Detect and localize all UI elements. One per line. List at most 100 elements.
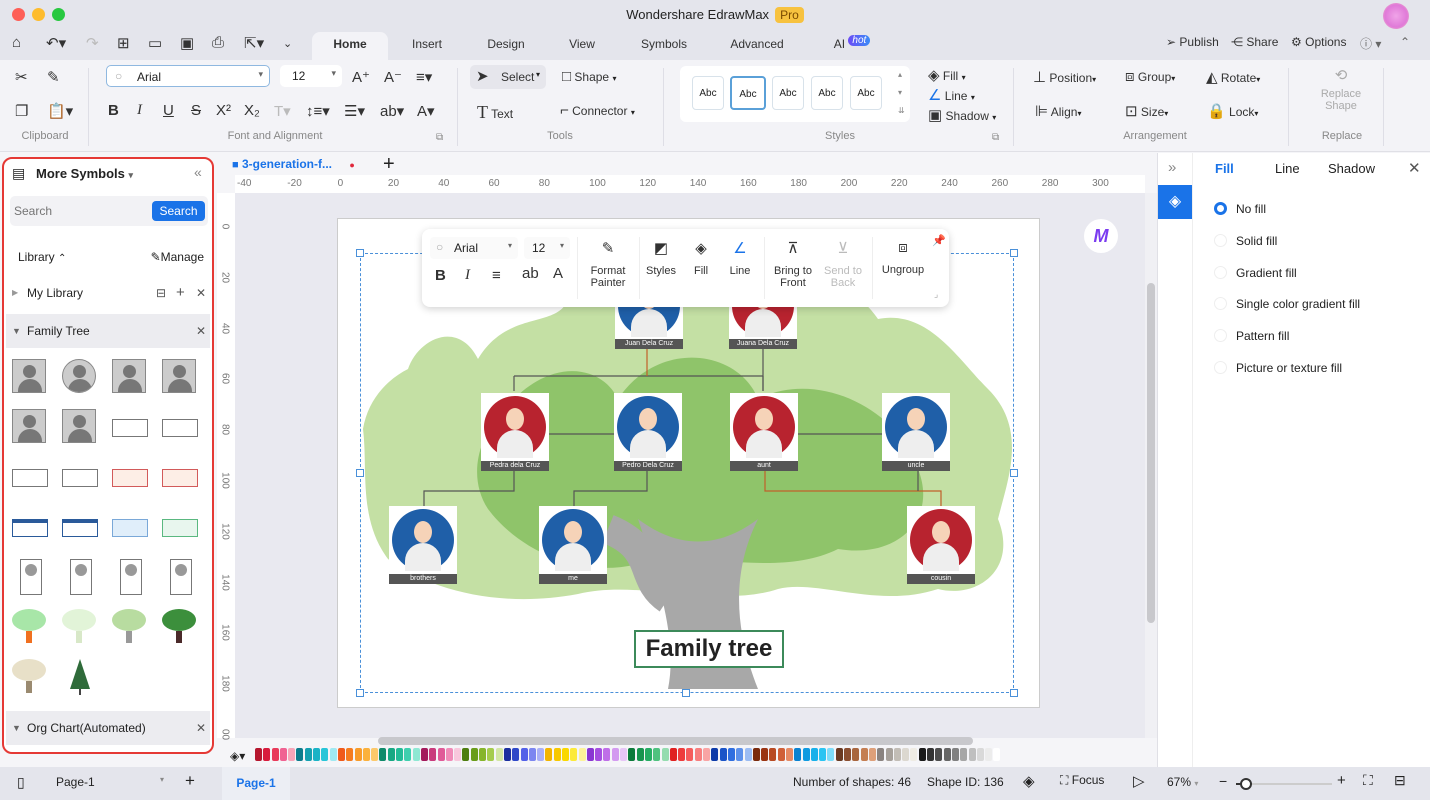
color-swatch[interactable]: [736, 748, 744, 761]
select-tool-button[interactable]: ➤ Select ▾: [470, 65, 546, 89]
align-icon[interactable]: ≡: [492, 267, 501, 284]
color-swatch[interactable]: [786, 748, 793, 761]
color-swatch[interactable]: [893, 748, 901, 761]
bring-to-front-button[interactable]: ⊼ Bring to Front: [768, 239, 818, 289]
symbol-card[interactable]: [162, 409, 198, 445]
fill-color-picker-icon[interactable]: ◈▾: [230, 749, 245, 763]
color-swatch[interactable]: [960, 748, 968, 761]
color-swatch[interactable]: [661, 748, 669, 761]
color-swatch[interactable]: [644, 748, 652, 761]
color-swatch[interactable]: [678, 748, 686, 761]
redo-icon[interactable]: ↷: [86, 34, 99, 52]
zoom-in-button[interactable]: +: [1337, 772, 1346, 789]
resize-handle[interactable]: [682, 689, 690, 697]
add-icon[interactable]: +: [176, 276, 185, 310]
family-member-card[interactable]: brothers: [389, 506, 457, 584]
resize-handle[interactable]: [1010, 689, 1018, 697]
symbol-tree-pine[interactable]: [62, 659, 98, 695]
tab-view[interactable]: View: [560, 32, 604, 60]
increase-font-icon[interactable]: A⁺: [352, 68, 370, 86]
color-swatch[interactable]: [993, 748, 1001, 761]
close-panel-icon[interactable]: ✕: [1408, 159, 1421, 177]
style-sample[interactable]: Abc: [772, 76, 804, 110]
color-swatch[interactable]: [512, 748, 520, 761]
symbol-card-blue[interactable]: [12, 509, 48, 545]
symbol-tree-bare[interactable]: [12, 659, 48, 695]
close-icon[interactable]: ✕: [196, 711, 206, 745]
font-color-icon[interactable]: A: [553, 265, 563, 282]
color-swatch[interactable]: [877, 748, 885, 761]
color-swatch[interactable]: [561, 748, 569, 761]
color-swatch[interactable]: [479, 748, 487, 761]
family-tree-category[interactable]: ▼ Family Tree ✕: [6, 314, 210, 348]
color-swatch[interactable]: [321, 748, 329, 761]
radio-button[interactable]: [1214, 265, 1227, 279]
style-sample-selected[interactable]: Abc: [730, 76, 766, 110]
symbol-photo-round[interactable]: [62, 359, 98, 395]
float-line-button[interactable]: ∠ Line: [723, 239, 757, 277]
resize-icon[interactable]: ⌟: [934, 289, 938, 300]
connector-tool-button[interactable]: ⌐ Connector ▾: [560, 102, 635, 119]
symbol-tall-card[interactable]: [112, 559, 148, 595]
tab-insert[interactable]: Insert: [400, 32, 454, 60]
shadow-button[interactable]: ▣ Shadow ▾: [928, 106, 996, 124]
format-painter-button[interactable]: ✎ Format Painter: [582, 239, 634, 289]
symbol-card[interactable]: [112, 409, 148, 445]
color-swatch[interactable]: [296, 748, 304, 761]
style-sample[interactable]: Abc: [850, 76, 882, 110]
expand-dialog-icon[interactable]: ⧉: [436, 132, 443, 143]
color-swatch[interactable]: [396, 748, 404, 761]
save-icon[interactable]: ▣: [180, 34, 194, 52]
fill-button[interactable]: ◈ Fill ▾: [928, 66, 966, 84]
search-button[interactable]: Search: [152, 201, 205, 221]
scroll-up-icon[interactable]: ▴: [898, 70, 902, 79]
expand-panel-icon[interactable]: »: [1168, 159, 1176, 176]
line-spacing-icon[interactable]: ↕≡▾: [306, 102, 330, 120]
ai-assistant-icon[interactable]: M: [1084, 219, 1118, 253]
bullet-list-icon[interactable]: ☰▾: [344, 102, 365, 120]
color-swatch[interactable]: [968, 748, 976, 761]
shape-tool-button[interactable]: □ Shape ▾: [562, 68, 616, 85]
line-button[interactable]: ∠ Line ▾: [928, 86, 975, 104]
color-swatch[interactable]: [420, 748, 428, 761]
export-icon[interactable]: ⇱▾: [244, 34, 264, 52]
color-swatch[interactable]: [578, 748, 586, 761]
zoom-select[interactable]: 67% ▾: [1167, 775, 1198, 789]
color-swatch[interactable]: [362, 748, 370, 761]
color-swatch[interactable]: [495, 748, 503, 761]
color-swatch[interactable]: [694, 748, 702, 761]
color-swatch[interactable]: [470, 748, 478, 761]
text-case-icon[interactable]: ab: [522, 265, 539, 282]
print-icon[interactable]: ⎙: [212, 34, 224, 51]
symbol-card-red[interactable]: [162, 459, 198, 495]
color-swatch[interactable]: [337, 748, 345, 761]
lock-button[interactable]: 🔒 Lock▾: [1207, 102, 1258, 120]
color-swatch[interactable]: [868, 748, 876, 761]
symbol-tree-green[interactable]: [162, 609, 198, 645]
color-swatch[interactable]: [445, 748, 453, 761]
color-swatch[interactable]: [910, 748, 918, 761]
cut-icon[interactable]: ✂: [15, 68, 28, 86]
resize-handle[interactable]: [1010, 249, 1018, 257]
size-button[interactable]: ⊡ Size▾: [1125, 102, 1168, 120]
horizontal-scroll-thumb[interactable]: [378, 737, 973, 745]
family-member-card[interactable]: uncle: [882, 393, 950, 471]
color-swatch[interactable]: [976, 748, 984, 761]
color-swatch[interactable]: [520, 748, 528, 761]
symbol-card-blue[interactable]: [62, 509, 98, 545]
color-swatch[interactable]: [404, 748, 412, 761]
tab-advanced[interactable]: Advanced: [722, 32, 792, 60]
resize-handle[interactable]: [356, 249, 364, 257]
layers-icon[interactable]: ◈: [1023, 772, 1035, 790]
more-quick-access-icon[interactable]: ⌄: [283, 37, 292, 50]
options-button[interactable]: ⚙ Options: [1291, 35, 1346, 49]
color-swatch[interactable]: [943, 748, 951, 761]
decrease-font-icon[interactable]: A⁻: [384, 68, 402, 86]
color-swatch[interactable]: [329, 748, 337, 761]
symbol-tree-pale[interactable]: [62, 609, 98, 645]
tab-design[interactable]: Design: [478, 32, 534, 60]
family-member-card[interactable]: Pedro Dela Cruz: [614, 393, 682, 471]
zoom-out-button[interactable]: −: [1219, 773, 1227, 789]
radio-button[interactable]: [1214, 361, 1227, 374]
radio-button[interactable]: [1214, 202, 1227, 215]
